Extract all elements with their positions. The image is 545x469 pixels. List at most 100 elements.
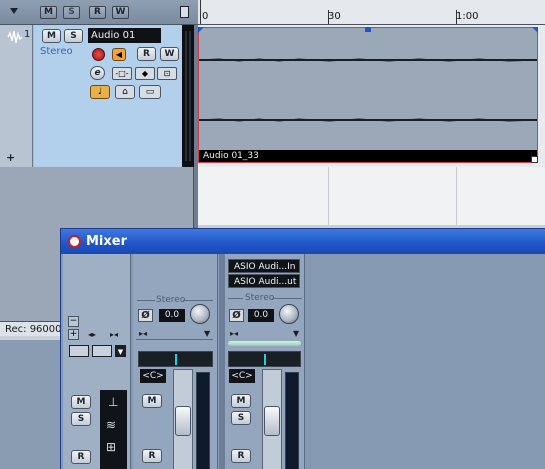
pan-value: <C> [140, 369, 166, 383]
pan-value: <C> [229, 369, 255, 383]
level-meter [196, 372, 210, 469]
view-set-2-icon[interactable] [92, 345, 112, 357]
event-resize-handle[interactable] [531, 156, 538, 163]
record-enable-icon[interactable] [92, 48, 105, 61]
track-solo-button[interactable]: S [64, 29, 83, 43]
track-edit-button[interactable]: e [90, 66, 105, 80]
track-name-field[interactable]: Audio 01 [88, 28, 161, 43]
global-write-button[interactable]: W [112, 6, 129, 19]
mixer-window: Mixer − + ◂▸ ▸◂ ▼ M S R ⊥ ≋ ⊞ Stereo Ø 0… [60, 228, 545, 469]
fade-in-handle[interactable] [198, 27, 204, 33]
plus-icon[interactable]: + [6, 151, 15, 164]
channel-separator [183, 300, 213, 301]
output-routing-field[interactable]: ASIO Audi...ut [228, 274, 300, 288]
channel-separator [272, 298, 302, 299]
lane-icon[interactable]: -□- [112, 67, 132, 80]
automation-icon[interactable]: ⊡ [157, 67, 177, 80]
track-vertical-meter [182, 25, 194, 167]
channel-mute-button[interactable]: M [142, 394, 162, 408]
pan-indicator [264, 354, 266, 365]
fade-out-handle[interactable] [532, 27, 538, 33]
ruler-label-30: 30 [328, 11, 341, 22]
pan-indicator [175, 354, 177, 365]
pan-display[interactable] [138, 351, 213, 367]
dropdown-arrow-icon[interactable]: ▼ [204, 329, 210, 338]
audio-track-icon [7, 30, 23, 44]
track-write-button[interactable]: W [160, 47, 179, 61]
channel-separator [137, 300, 155, 301]
mixer-title: Mixer [86, 234, 128, 249]
width-narrow-icon[interactable]: ◂▸ [88, 330, 96, 339]
width-wide-icon[interactable]: ▸◂ [110, 330, 118, 339]
global-solo-off-button[interactable]: S [71, 412, 91, 426]
waveform [199, 58, 537, 122]
insert-arrow-icon[interactable]: ▸◂ [139, 329, 147, 338]
track-read-button[interactable]: R [137, 47, 156, 61]
audio-event-name: Audio 01_33 [199, 150, 537, 162]
timeline-ruler[interactable]: 0 30 1:00 [198, 0, 545, 25]
track-controls: M S Audio 01 Stereo ◀ R W e -□- ◆ ⊡ ♩ ⌂ … [34, 25, 182, 167]
cubase-logo-icon [68, 235, 81, 248]
global-solo-button[interactable]: S [63, 6, 80, 19]
phase-invert-button[interactable]: Ø [229, 309, 244, 322]
ruler-label-0: 0 [202, 11, 209, 22]
channel-solo-button[interactable]: S [231, 411, 251, 425]
input-gain-knob[interactable] [190, 304, 210, 324]
input-gain-value[interactable]: 0.0 [159, 309, 185, 322]
channel-config-label: Stereo [156, 295, 186, 305]
view-set-1-icon[interactable] [69, 345, 89, 357]
pan-display[interactable] [228, 351, 301, 367]
channel-strip-2: ASIO Audi...In ASIO Audi...ut Stereo Ø 0… [225, 254, 305, 469]
input-routing-field[interactable]: ASIO Audi...In [228, 259, 300, 273]
input-gain-value[interactable]: 0.0 [248, 309, 274, 322]
fader-filter-icon[interactable]: ⊥ [108, 395, 118, 409]
track-list-toolbar: M S R W [0, 0, 198, 25]
volume-fader-handle[interactable] [175, 406, 191, 436]
global-mute-off-button[interactable]: M [71, 395, 91, 409]
channel-read-button[interactable]: R [142, 449, 162, 463]
track-mute-button[interactable]: M [42, 29, 61, 43]
audio-track-lane[interactable]: Audio 01_33 [198, 25, 545, 167]
volume-handle[interactable] [365, 27, 371, 32]
insert-arrow-icon[interactable]: ▸◂ [230, 329, 238, 338]
view-menu-icon[interactable]: ▼ [115, 345, 126, 357]
triangle-down-icon[interactable] [10, 8, 18, 14]
lock-icon[interactable]: ⌂ [115, 85, 135, 99]
channel-type-filter[interactable]: ⊥ ≋ ⊞ [100, 390, 127, 469]
timebase-icon[interactable]: ◆ [135, 67, 155, 80]
group-filter-icon[interactable]: ⊞ [106, 440, 116, 454]
speaker-monitor-icon[interactable]: ◀ [112, 48, 126, 61]
channel-read-button[interactable]: R [231, 449, 251, 463]
channel-strip-1: Stereo Ø 0.0 ▸◂ ▼ <C> M R [133, 254, 218, 469]
mixer-common-panel: − + ◂▸ ▸◂ ▼ M S R ⊥ ≋ ⊞ [63, 254, 131, 469]
collapse-minus-icon[interactable]: − [68, 316, 79, 327]
global-read-button[interactable]: R [89, 6, 106, 19]
empty-lane-area[interactable] [198, 167, 545, 225]
audio-event[interactable]: Audio 01_33 [198, 27, 538, 163]
track-number: 1 [24, 29, 31, 40]
channel-config-label: Stereo [40, 46, 73, 57]
empty-mixer-area [306, 254, 545, 469]
track-number-strip[interactable]: 1 + [0, 25, 33, 167]
global-mute-button[interactable]: M [40, 6, 57, 19]
volume-fader-handle[interactable] [264, 406, 280, 436]
window-icon[interactable] [180, 6, 189, 18]
cubase-workspace: M S R W 0 30 1:00 1 + M S Audio 01 Stere… [0, 0, 545, 469]
folder-icon[interactable]: ▭ [139, 85, 161, 99]
insert-active-bar[interactable] [228, 341, 301, 346]
mixer-body: − + ◂▸ ▸◂ ▼ M S R ⊥ ≋ ⊞ Stereo Ø 0.0 ▸◂ … [61, 254, 545, 469]
input-gain-knob[interactable] [279, 304, 299, 324]
phase-invert-button[interactable]: Ø [138, 309, 153, 322]
expand-plus-icon[interactable]: + [68, 329, 79, 340]
dropdown-arrow-icon[interactable]: ▼ [293, 329, 299, 338]
channel-separator [228, 298, 243, 299]
ruler-label-1-00: 1:00 [456, 11, 479, 22]
note-icon[interactable]: ♩ [90, 85, 110, 99]
channel-mute-button[interactable]: M [231, 394, 251, 408]
level-meter [285, 372, 299, 469]
channel-separator [136, 339, 213, 340]
mixer-title-bar[interactable]: Mixer [61, 229, 545, 254]
global-read-button[interactable]: R [71, 450, 91, 464]
audio-filter-icon[interactable]: ≋ [106, 418, 116, 432]
channel-config-label: Stereo [245, 293, 275, 303]
